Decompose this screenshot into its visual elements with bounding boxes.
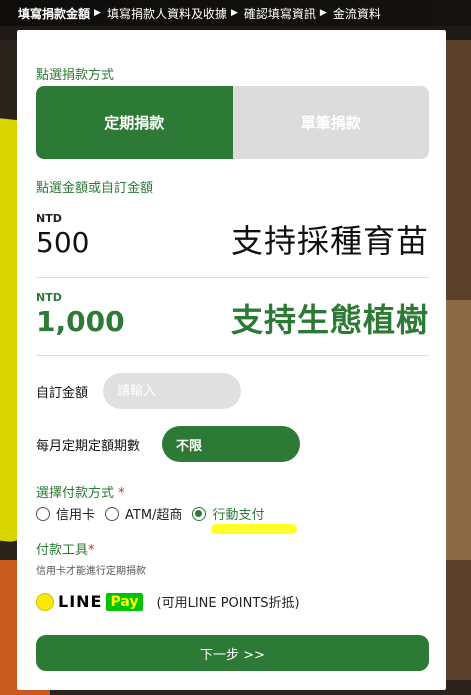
- radio-label: ATM/超商: [125, 508, 183, 523]
- amount-value: 500: [36, 226, 90, 259]
- linepay-logo-pay: Pay: [106, 592, 143, 611]
- next-step-button[interactable]: 下一步 >>: [36, 635, 429, 671]
- linepay-radio-icon[interactable]: [36, 592, 54, 611]
- amount-value: 1,000: [36, 305, 125, 338]
- progress-steps: 填寫捐款金額 ▶ 填寫捐款人資料及收據 ▶ 確認填寫資訊 ▶ 金流資料: [0, 0, 471, 26]
- currency-label: NTD: [36, 291, 62, 304]
- step-donor-info: 填寫捐款人資料及收據: [106, 6, 227, 21]
- radio-mobile-pay[interactable]: 行動支付: [192, 504, 264, 523]
- step-payment: 金流資料: [332, 6, 381, 21]
- linepay-note: (可用LINE POINTS折抵): [156, 596, 300, 611]
- linepay-option[interactable]: LINE Pay (可用LINE POINTS折抵): [36, 592, 300, 611]
- radio-label: 行動支付: [212, 508, 265, 523]
- donation-method-label: 點選捐款方式: [36, 68, 115, 83]
- payment-method-label: 選擇付款方式 *: [36, 482, 125, 501]
- donation-panel: 點選捐款方式 定期捐款 單筆捐款 點選金額或自訂金額 NTD 500 支持採種育…: [17, 30, 446, 690]
- amount-description: 支持採種育苗: [230, 222, 429, 260]
- step-arrow-icon: ▶: [230, 8, 238, 18]
- frequency-toggle: 定期捐款 單筆捐款: [36, 86, 429, 159]
- period-label: 每月定期定額期數: [36, 439, 141, 454]
- linepay-logo-line: LINE: [58, 592, 103, 611]
- step-arrow-icon: ▶: [94, 8, 101, 18]
- payment-tool-hint: 信用卡才能進行定期捐款: [36, 566, 146, 577]
- linepay-logo: LINE Pay: [58, 592, 143, 611]
- step-arrow-icon: ▶: [319, 8, 327, 18]
- radio-circle-icon: [105, 506, 120, 521]
- step-amount: 填寫捐款金額: [18, 6, 91, 21]
- amount-description: 支持生態植樹: [230, 301, 429, 339]
- single-donation-button[interactable]: 單筆捐款: [232, 86, 429, 159]
- required-mark: *: [118, 486, 125, 501]
- radio-label: 信用卡: [56, 508, 96, 523]
- radio-credit-card[interactable]: 信用卡: [36, 504, 95, 523]
- highlight-mark: [211, 524, 297, 534]
- divider: [36, 355, 429, 356]
- payment-tool-label: 付款工具*: [36, 539, 95, 558]
- monthly-donation-button[interactable]: 定期捐款: [36, 86, 233, 159]
- custom-amount-label: 自訂金額: [36, 386, 89, 401]
- radio-circle-icon: [36, 506, 50, 521]
- radio-atm[interactable]: ATM/超商: [105, 504, 182, 523]
- amount-label: 點選金額或自訂金額: [36, 181, 154, 196]
- amount-option-1000[interactable]: NTD 1,000 支持生態植樹: [36, 291, 429, 361]
- radio-selected-icon: [192, 506, 207, 521]
- step-confirm: 確認填寫資訊: [243, 6, 316, 21]
- currency-label: NTD: [36, 212, 62, 225]
- amount-option-500[interactable]: NTD 500 支持採種育苗: [36, 212, 429, 282]
- payment-method-radios: 信用卡 ATM/超商 行動支付: [36, 504, 274, 523]
- custom-amount-input[interactable]: [103, 373, 241, 409]
- period-select[interactable]: 不限: [162, 426, 300, 462]
- divider: [36, 277, 429, 278]
- payment-tool-text: 付款工具: [36, 543, 89, 558]
- required-mark: *: [88, 543, 95, 558]
- payment-method-text: 選擇付款方式: [36, 486, 115, 501]
